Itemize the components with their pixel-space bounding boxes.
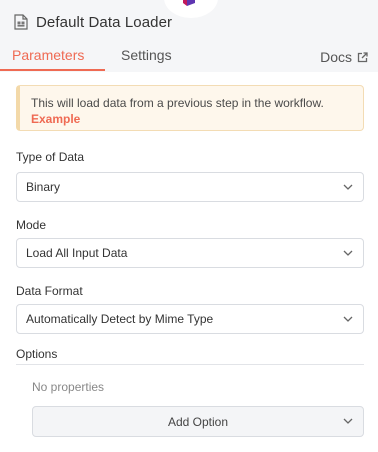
document-icon xyxy=(14,14,28,30)
mode-select[interactable]: Load All Input Data xyxy=(16,238,364,268)
add-option-button[interactable]: Add Option xyxy=(32,406,364,437)
external-link-icon xyxy=(357,51,368,62)
tab-docs[interactable]: Docs xyxy=(320,47,368,67)
chevron-down-icon xyxy=(343,418,353,424)
chevron-down-icon xyxy=(343,250,353,256)
node-type-icon xyxy=(183,0,195,6)
info-notice: This will load data from a previous step… xyxy=(16,85,364,131)
example-link[interactable]: Example xyxy=(31,112,363,127)
type-of-data-value: Binary xyxy=(26,180,61,194)
options-label: Options xyxy=(16,347,58,361)
chevron-down-icon xyxy=(343,316,353,322)
node-parameters-panel: Default Data Loader Parameters Settings … xyxy=(0,0,378,452)
data-format-select[interactable]: Automatically Detect by Mime Type xyxy=(16,304,364,334)
type-of-data-select[interactable]: Binary xyxy=(16,172,364,202)
data-format-label: Data Format xyxy=(16,284,83,298)
type-of-data-label: Type of Data xyxy=(16,150,85,164)
tab-parameters[interactable]: Parameters xyxy=(12,47,84,67)
data-format-value: Automatically Detect by Mime Type xyxy=(26,312,214,326)
tab-docs-label: Docs xyxy=(320,49,352,65)
add-option-label: Add Option xyxy=(167,415,229,429)
notice-text: This will load data from a previous step… xyxy=(31,96,324,110)
mode-label: Mode xyxy=(16,218,47,232)
panel-header: Default Data Loader Parameters Settings … xyxy=(0,0,378,72)
chevron-down-icon xyxy=(343,184,353,190)
active-tab-indicator xyxy=(0,69,105,71)
node-title[interactable]: Default Data Loader xyxy=(36,14,172,31)
options-divider xyxy=(16,364,364,365)
node-title-row: Default Data Loader xyxy=(14,11,172,33)
mode-value: Load All Input Data xyxy=(26,246,128,260)
no-properties-text: No properties xyxy=(32,380,105,394)
tab-settings[interactable]: Settings xyxy=(121,47,172,67)
